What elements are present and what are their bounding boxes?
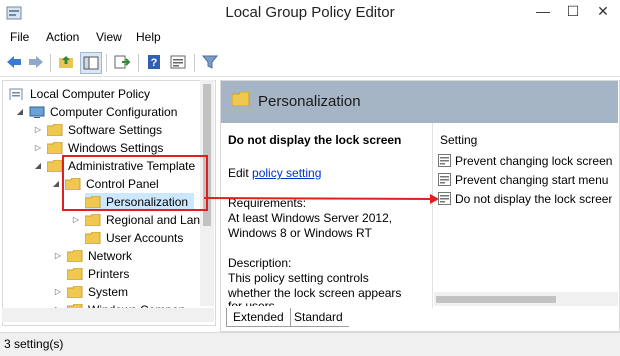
annotation-arrow-icon xyxy=(204,194,439,204)
description-text: whether the lock screen appears xyxy=(228,286,402,300)
expanded-arrow-icon[interactable]: ◢ xyxy=(15,103,25,121)
toolbar-separator xyxy=(194,54,195,72)
expanded-arrow-icon[interactable]: ◢ xyxy=(33,157,43,175)
computer-policy-icon xyxy=(9,88,23,100)
export-list-icon[interactable] xyxy=(112,52,132,72)
maximize-button[interactable]: ☐ xyxy=(558,0,588,22)
toolbar-separator xyxy=(106,54,107,72)
policy-setting-link[interactable]: policy setting xyxy=(252,166,321,180)
tree-item-label: Software Settings xyxy=(68,123,163,137)
collapsed-arrow-icon[interactable]: ▷ xyxy=(53,283,63,301)
details-header-title: Personalization xyxy=(258,93,361,110)
settings-scroll-thumb[interactable] xyxy=(436,296,556,303)
status-bar xyxy=(0,332,620,356)
setting-column-header[interactable]: Setting xyxy=(440,133,477,147)
tree-item-label: User Accounts xyxy=(106,231,184,245)
tree-item-label: System xyxy=(88,285,129,299)
description-text: This policy setting controls xyxy=(228,271,369,285)
close-button[interactable]: ✕ xyxy=(588,0,618,22)
setting-row[interactable]: Prevent changing lock screen xyxy=(438,152,612,170)
edit-prefix: Edit xyxy=(228,166,249,180)
tree-item-regional-and-language[interactable]: ▷ Regional and Lan xyxy=(71,211,200,229)
tab-standard[interactable]: Standard xyxy=(288,308,349,327)
tree-item-label: Regional and Lan xyxy=(106,213,201,227)
edit-policy-line: Edit policy setting xyxy=(228,166,321,180)
collapsed-arrow-icon[interactable]: ▷ xyxy=(53,247,63,265)
menu-view[interactable]: View xyxy=(96,30,122,44)
folder-icon xyxy=(67,285,83,298)
up-folder-icon[interactable] xyxy=(56,52,76,72)
setting-row[interactable]: Prevent changing start menu b xyxy=(438,171,618,189)
tree-item-user-accounts[interactable]: User Accounts xyxy=(85,229,183,247)
policy-setting-icon xyxy=(438,173,451,187)
folder-icon xyxy=(47,141,63,154)
setting-label: Prevent changing lock screen xyxy=(455,154,613,168)
forward-arrow-icon[interactable] xyxy=(26,52,46,72)
filter-icon[interactable] xyxy=(200,52,220,72)
setting-row-selected[interactable]: Do not display the lock screen xyxy=(438,190,615,208)
settings-vertical-scrollbar[interactable] xyxy=(612,124,618,306)
tree-item-system[interactable]: ▷ System xyxy=(53,283,128,301)
folder-icon xyxy=(85,213,101,226)
svg-text:?: ? xyxy=(151,57,158,69)
folder-icon xyxy=(67,249,83,262)
minimize-button[interactable]: — xyxy=(528,0,558,22)
window-title: Local Group Policy Editor xyxy=(225,4,395,21)
expanded-arrow-icon[interactable]: ◢ xyxy=(51,175,61,193)
toolbar-separator xyxy=(138,54,139,72)
folder-icon xyxy=(67,267,83,280)
menu-action[interactable]: Action xyxy=(46,30,79,44)
back-arrow-icon[interactable] xyxy=(4,52,24,72)
tree-item-label: Local Computer Policy xyxy=(30,87,151,101)
tree-horizontal-scrollbar[interactable] xyxy=(2,308,214,322)
title-bar: Local Group Policy Editor — ☐ ✕ xyxy=(0,0,620,28)
toolbar-separator xyxy=(50,54,51,72)
collapsed-arrow-icon[interactable]: ▷ xyxy=(71,211,81,229)
tree-item-label: Printers xyxy=(88,267,130,281)
properties-icon[interactable] xyxy=(168,52,188,72)
tree-item-label: Network xyxy=(88,249,133,263)
tab-extended[interactable]: Extended xyxy=(226,308,291,327)
pane-divider[interactable] xyxy=(432,123,433,308)
tree-item-software-settings[interactable]: ▷ Software Settings xyxy=(33,121,162,139)
requirements-text: At least Windows Server 2012, xyxy=(228,211,393,225)
tree-item-label: Computer Configuration xyxy=(50,105,178,119)
annotation-highlight-box xyxy=(62,155,208,211)
menu-bar: File Action View Help xyxy=(0,28,620,48)
tree-item-computer-configuration[interactable]: ◢ Computer Configuration xyxy=(15,103,177,121)
tree-item-label: Windows Settings xyxy=(68,141,164,155)
collapsed-arrow-icon[interactable]: ▷ xyxy=(33,121,43,139)
folder-icon xyxy=(47,123,63,136)
computer-icon xyxy=(29,106,45,118)
description-label: Description: xyxy=(228,256,292,270)
folder-icon xyxy=(47,159,63,172)
tree-item-local-computer-policy[interactable]: Local Computer Policy xyxy=(9,85,150,103)
show-hide-tree-icon[interactable] xyxy=(80,52,102,74)
status-text: 3 setting(s) xyxy=(4,337,64,351)
description-text: for users. xyxy=(228,300,278,306)
tree-item-network[interactable]: ▷ Network xyxy=(53,247,132,265)
folder-icon xyxy=(85,231,101,244)
folder-icon xyxy=(231,91,250,109)
policy-setting-icon xyxy=(438,154,451,168)
toolbar: ? xyxy=(0,48,620,77)
policy-title: Do not display the lock screen xyxy=(228,133,402,147)
collapsed-arrow-icon[interactable]: ▷ xyxy=(33,139,43,157)
menu-help[interactable]: Help xyxy=(136,30,161,44)
setting-label: Prevent changing start menu b xyxy=(455,173,619,187)
setting-label: Do not display the lock screen xyxy=(455,192,616,206)
help-icon[interactable]: ? xyxy=(144,52,164,72)
tree-item-printers[interactable]: Printers xyxy=(67,265,129,283)
menu-file[interactable]: File xyxy=(10,30,29,44)
requirements-text: Windows 8 or Windows RT xyxy=(228,226,372,240)
